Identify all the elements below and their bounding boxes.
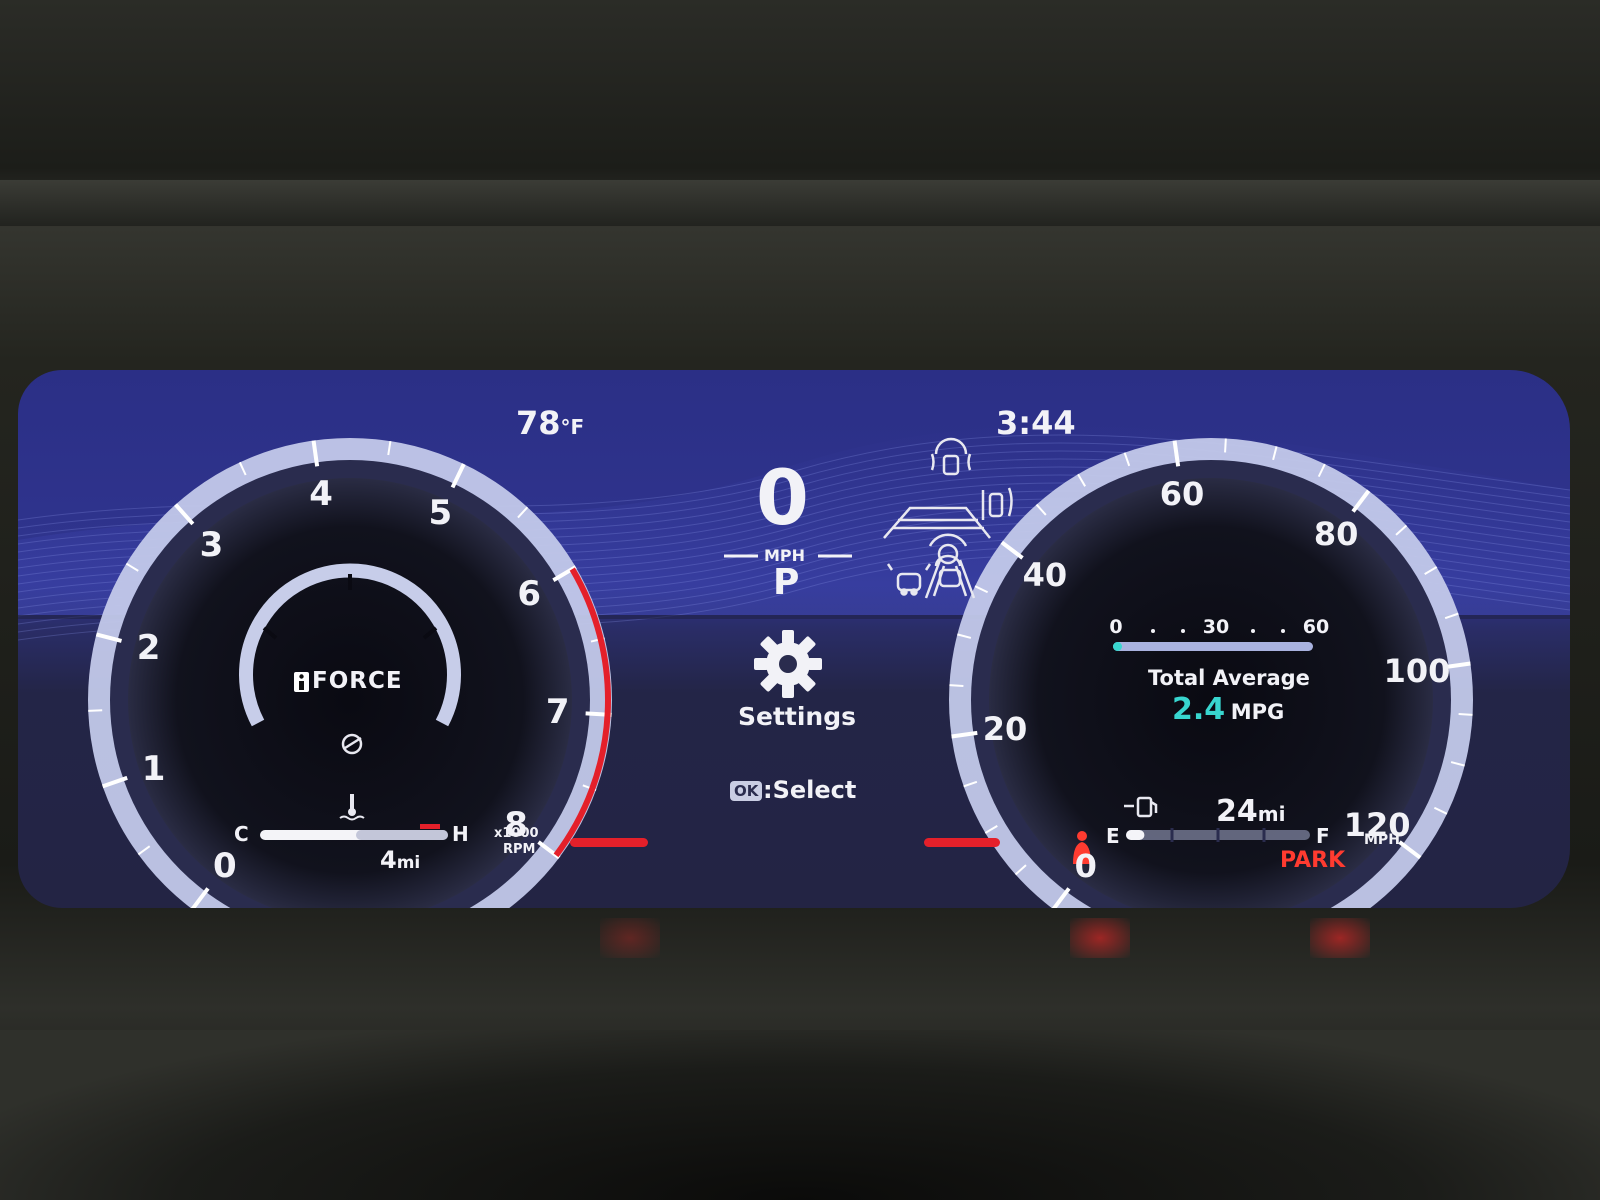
- minor-tick: [1458, 713, 1473, 716]
- tach-tick-label: 4: [309, 474, 333, 515]
- speed-readout: 0: [756, 453, 809, 542]
- left-red-status-bar: [570, 838, 648, 847]
- tach-tick-label: 5: [428, 492, 453, 533]
- speedo-tick-label: 100: [1383, 652, 1451, 691]
- speedo-tick-label: 20: [982, 709, 1028, 748]
- red-reflection: [1310, 918, 1370, 958]
- minor-tick: [1224, 438, 1227, 453]
- temp-bar-hot-mark: [420, 824, 440, 829]
- right-red-status-bar: [924, 838, 1000, 847]
- iforce-logo-text: FORCE: [312, 668, 403, 694]
- settings-menu-label[interactable]: Settings: [738, 702, 856, 731]
- clock: 3:44: [996, 404, 1076, 442]
- red-reflection: [600, 918, 660, 958]
- temp-hot-label: H: [452, 822, 469, 846]
- park-brake-indicator: PARK: [1280, 848, 1346, 873]
- tach-tick-label: 1: [141, 748, 166, 789]
- mpg-unit: MPG: [1230, 700, 1285, 724]
- mpg-label: Total Average: [1148, 666, 1310, 690]
- mpg-scale-label: 60: [1302, 616, 1330, 638]
- mpg-bar-track: [1113, 642, 1313, 651]
- mpg-value: 2.4: [1172, 692, 1226, 727]
- instrument-cluster-screen: 78°F 3:44 012345678 0 20 40 60 80 100 120 x100…: [18, 370, 1570, 908]
- minor-tick: [949, 684, 964, 687]
- gear-icon[interactable]: [754, 630, 822, 698]
- tach-tick-label: 2: [136, 627, 161, 668]
- trip-distance-unit: mi: [396, 853, 421, 873]
- trip-distance-value: 4: [380, 846, 397, 874]
- temp-cold-label: C: [234, 822, 249, 846]
- fuel-full-label: F: [1316, 824, 1330, 848]
- ok-select-hint: :Select: [763, 776, 857, 804]
- tach-tick-label: 3: [199, 524, 224, 565]
- mpg-readout: 2.4 MPG: [1172, 692, 1284, 727]
- lower-bezel: [0, 1030, 1600, 1200]
- fuel-range-value: 24: [1216, 794, 1258, 829]
- fuel-bar: [1126, 828, 1310, 842]
- upper-bezel: [0, 180, 1600, 226]
- red-reflection: [1070, 918, 1130, 958]
- tach-tick-label: 0: [212, 846, 237, 887]
- mpg-bar-fill: [1113, 642, 1122, 651]
- tach-unit-multiplier: x1000: [494, 826, 539, 841]
- speedo-tick-label: 0: [1074, 847, 1097, 886]
- temp-bar-empty: [356, 830, 448, 840]
- trip-distance: 4mi: [380, 846, 420, 874]
- mpg-scale-label: 0: [1109, 616, 1123, 638]
- tach-tick-label: 6: [517, 574, 542, 615]
- fuel-range-unit: mi: [1257, 802, 1286, 826]
- speedo-unit: MPH: [1364, 832, 1400, 848]
- outside-temp-value: 78: [516, 404, 561, 442]
- tach-tick-label: 7: [545, 691, 570, 732]
- tach-unit: RPM: [503, 842, 536, 857]
- ok-key-label: OK: [734, 782, 759, 800]
- fuel-bar-fill: [1126, 830, 1145, 840]
- cluster-graphics: [18, 425, 1570, 908]
- outside-temp-unit: °F: [560, 415, 585, 439]
- speedo-tick-label: 80: [1313, 514, 1359, 553]
- mpg-scale-label: 30: [1202, 616, 1230, 638]
- fuel-empty-label: E: [1106, 824, 1120, 848]
- outside-temperature: 78°F: [516, 404, 584, 442]
- minor-tick: [88, 709, 103, 712]
- speedo-tick-label: 40: [1022, 555, 1068, 594]
- gear-position: P: [773, 562, 800, 603]
- speedo-tick-label: 60: [1159, 475, 1205, 514]
- fuel-range: 24mi: [1216, 794, 1285, 829]
